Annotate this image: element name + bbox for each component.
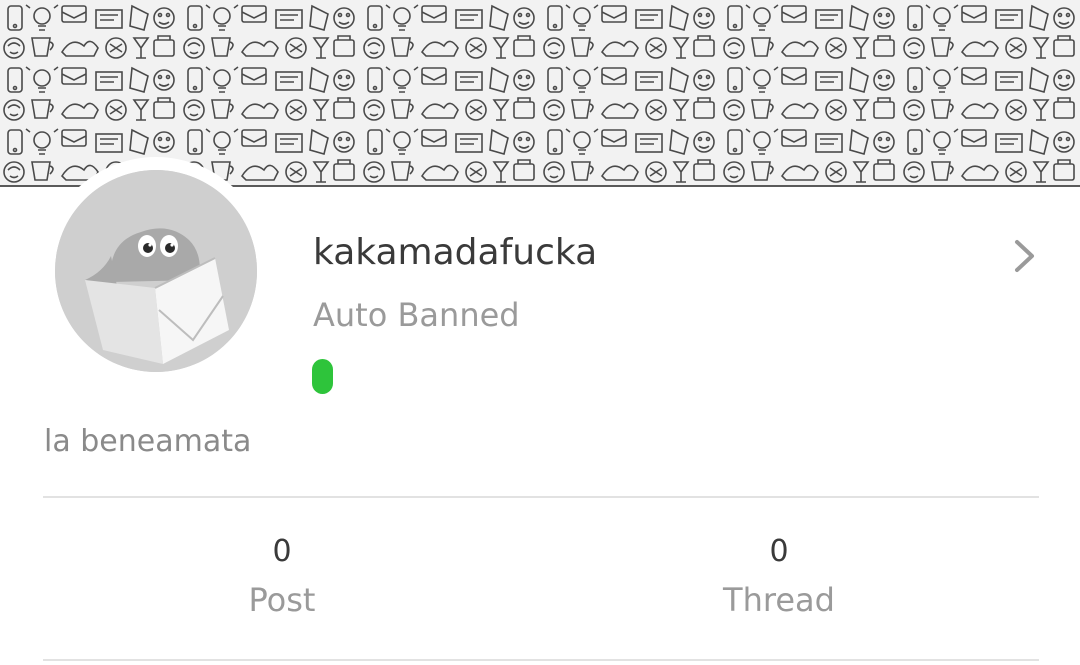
divider-top bbox=[43, 496, 1039, 498]
stat-threads[interactable]: 0 Thread bbox=[629, 530, 929, 626]
divider-bottom bbox=[43, 659, 1039, 661]
stat-posts-count: 0 bbox=[272, 534, 292, 569]
stat-threads-label: Thread bbox=[723, 581, 835, 619]
username: kakamadafucka bbox=[313, 232, 598, 273]
stat-threads-count: 0 bbox=[769, 534, 789, 569]
online-status-indicator bbox=[312, 359, 333, 394]
chevron-right-icon[interactable] bbox=[1010, 236, 1040, 276]
stat-posts[interactable]: 0 Post bbox=[132, 530, 432, 626]
stat-posts-label: Post bbox=[248, 581, 316, 619]
user-signature: la beneamata bbox=[44, 424, 252, 459]
default-avatar-icon bbox=[55, 170, 257, 372]
user-rank: Auto Banned bbox=[313, 296, 520, 334]
profile-page: kakamadafucka Auto Banned la beneamata 0… bbox=[0, 0, 1080, 665]
avatar[interactable] bbox=[55, 170, 257, 372]
